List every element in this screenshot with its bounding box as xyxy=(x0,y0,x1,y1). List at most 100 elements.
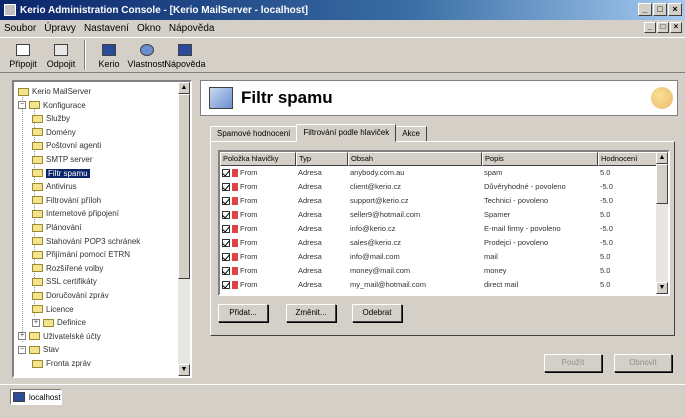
col-header-description[interactable]: Popis xyxy=(482,152,598,166)
menu-edit[interactable]: Úpravy xyxy=(44,23,76,34)
enabled-checkbox[interactable] xyxy=(222,168,230,177)
help-button[interactable]: Nápověda xyxy=(164,39,206,71)
tree-item[interactable]: Domény xyxy=(32,127,76,138)
enabled-checkbox[interactable] xyxy=(222,182,230,191)
tab-header-filter[interactable]: Filtrování podle hlaviček xyxy=(296,124,397,142)
col-header-content[interactable]: Obsah xyxy=(348,152,482,166)
tree-item-label: Antivirus xyxy=(46,182,77,192)
tree-item-label: Služby xyxy=(46,114,71,124)
col-header-type[interactable]: Typ xyxy=(296,152,348,166)
tree-item[interactable]: SSL certifikáty xyxy=(32,276,97,287)
tree-item[interactable]: − Stav xyxy=(18,344,59,355)
connect-button[interactable]: Připojit xyxy=(4,39,42,71)
table-row[interactable]: From Adresa sales@kerio.cz Prodejci - povol… xyxy=(220,237,658,249)
section-header: Filtr spamu xyxy=(200,80,678,116)
close-button[interactable]: × xyxy=(668,3,682,16)
minimize-button[interactable]: _ xyxy=(638,3,652,16)
menu-settings[interactable]: Nastavení xyxy=(84,23,129,34)
table-row[interactable]: From Adresa money@mail.com money 5.0 xyxy=(220,265,658,277)
col-header-item[interactable]: Položka hlavičky xyxy=(220,152,296,166)
menu-bar: Soubor Úpravy Nastavení Okno Nápověda _ … xyxy=(0,20,685,36)
tree-item[interactable]: SMTP server xyxy=(32,154,93,165)
cell-text: From xyxy=(240,168,258,178)
enabled-checkbox[interactable] xyxy=(222,196,230,205)
tree-item[interactable]: Filtrování příloh xyxy=(32,195,101,206)
decoration-icon xyxy=(651,87,673,109)
menu-help[interactable]: Nápověda xyxy=(169,23,215,34)
expand-icon[interactable]: + xyxy=(18,332,26,341)
revert-button[interactable]: Obnovit xyxy=(614,354,672,372)
table-scrollbar[interactable]: ▲ ▼ xyxy=(656,152,668,294)
tree-item[interactable]: Antivirus xyxy=(32,181,77,192)
scroll-down-icon[interactable]: ▼ xyxy=(178,364,190,376)
scroll-up-icon[interactable]: ▲ xyxy=(656,152,668,164)
mdi-restore-button[interactable]: □ xyxy=(657,22,669,33)
enabled-checkbox[interactable] xyxy=(222,238,230,247)
tree-item[interactable]: + Definice xyxy=(32,317,86,328)
tree-item[interactable]: Poštovní agenti xyxy=(32,140,101,151)
enabled-checkbox[interactable] xyxy=(222,266,230,275)
table-cell-score: 5.0 xyxy=(600,210,611,219)
tree-item[interactable]: Rozšířené volby xyxy=(32,263,103,274)
navigation-tree[interactable]: Kerio MailServer − Konfigurace Služby Domény… xyxy=(12,80,192,378)
table-row[interactable]: From Adresa info@kerio.cz E-mail firmy - po… xyxy=(220,223,658,235)
tree-item[interactable]: Služby xyxy=(32,113,70,124)
remove-button[interactable]: Odebrat xyxy=(352,304,402,322)
scroll-thumb[interactable] xyxy=(178,94,190,279)
tree-item-label: Uživatelské účty xyxy=(43,331,101,341)
table-row[interactable]: From Adresa anybody.com.au spam 5.0 xyxy=(220,167,658,179)
table-row[interactable]: From Adresa seller9@hotmail.com Spamer 5.0 xyxy=(220,209,658,221)
table-row[interactable]: From Adresa my_mail@hotmail.com direct mail… xyxy=(220,279,658,291)
tree-item[interactable]: Přijímání pomocí ETRN xyxy=(32,249,130,260)
table-cell-type: Adresa xyxy=(298,182,322,191)
tab-spam-rating[interactable]: Spamové hodnocení xyxy=(210,126,298,142)
maximize-button[interactable]: □ xyxy=(653,3,667,16)
tab-actions[interactable]: Akce xyxy=(395,126,428,142)
tree-scrollbar[interactable]: ▲ ▼ xyxy=(178,82,190,376)
scroll-thumb[interactable] xyxy=(656,164,668,204)
table-cell-score: 5.0 xyxy=(600,266,611,275)
properties-button[interactable]: Vlastnosti xyxy=(127,39,167,71)
enabled-checkbox[interactable] xyxy=(222,280,230,289)
table-row[interactable]: From Adresa client@kerio.cz Důvěryhodné - p… xyxy=(220,181,658,193)
col-header-score[interactable]: Hodnocení xyxy=(598,152,658,166)
apply-button[interactable]: Použít xyxy=(544,354,602,372)
disconnect-button[interactable]: Odpojit xyxy=(42,39,80,71)
enabled-checkbox[interactable] xyxy=(222,224,230,233)
tree-item-label: Přijímání pomocí ETRN xyxy=(46,250,131,260)
edit-button[interactable]: Změnit... xyxy=(286,304,336,322)
mdi-minimize-button[interactable]: _ xyxy=(644,22,656,33)
mdi-close-button[interactable]: × xyxy=(670,22,682,33)
menu-file[interactable]: Soubor xyxy=(4,23,36,34)
tree-item[interactable]: − Konfigurace xyxy=(18,100,86,111)
tree-item-label: Filtrování příloh xyxy=(46,195,102,205)
tree-item-label: Licence xyxy=(46,304,74,314)
collapse-icon[interactable]: − xyxy=(18,101,26,110)
table-row[interactable]: From Adresa support@kerio.cz Technici - pov… xyxy=(220,195,658,207)
enabled-checkbox[interactable] xyxy=(222,252,230,261)
tree-item[interactable]: Filtr spamu xyxy=(32,168,90,179)
tree-item[interactable]: Kerio MailServer xyxy=(18,86,91,97)
scroll-down-icon[interactable]: ▼ xyxy=(656,282,668,294)
connection-tab[interactable]: localhost xyxy=(10,389,62,405)
add-button[interactable]: Přidat... xyxy=(218,304,268,322)
rules-table[interactable]: Položka hlavičky Typ Obsah Popis Hodnoce… xyxy=(218,150,670,296)
expand-icon[interactable]: + xyxy=(32,318,40,327)
scroll-up-icon[interactable]: ▲ xyxy=(178,82,190,94)
rule-icon xyxy=(232,280,238,289)
tree-item[interactable]: Plánování xyxy=(32,222,82,233)
kerio-button[interactable]: Kerio xyxy=(90,39,128,71)
tree-item[interactable]: Stahování POP3 schránek xyxy=(32,236,140,247)
collapse-icon[interactable]: − xyxy=(18,345,26,354)
tree-item[interactable]: Doručování zpráv xyxy=(32,290,109,301)
table-cell-content: anybody.com.au xyxy=(350,168,405,177)
enabled-checkbox[interactable] xyxy=(222,210,230,219)
tree-item[interactable]: Fronta zpráv xyxy=(32,358,91,369)
tree-item[interactable]: + Uživatelské účty xyxy=(18,331,101,342)
tree-item[interactable]: Internetové připojení xyxy=(32,208,119,219)
cell-text: From xyxy=(240,182,258,192)
menu-window[interactable]: Okno xyxy=(137,23,161,34)
tree-item[interactable]: Licence xyxy=(32,304,74,315)
table-row[interactable]: From Adresa info@mail.com mail 5.0 xyxy=(220,251,658,263)
table-cell-desc: mail xyxy=(484,252,498,261)
